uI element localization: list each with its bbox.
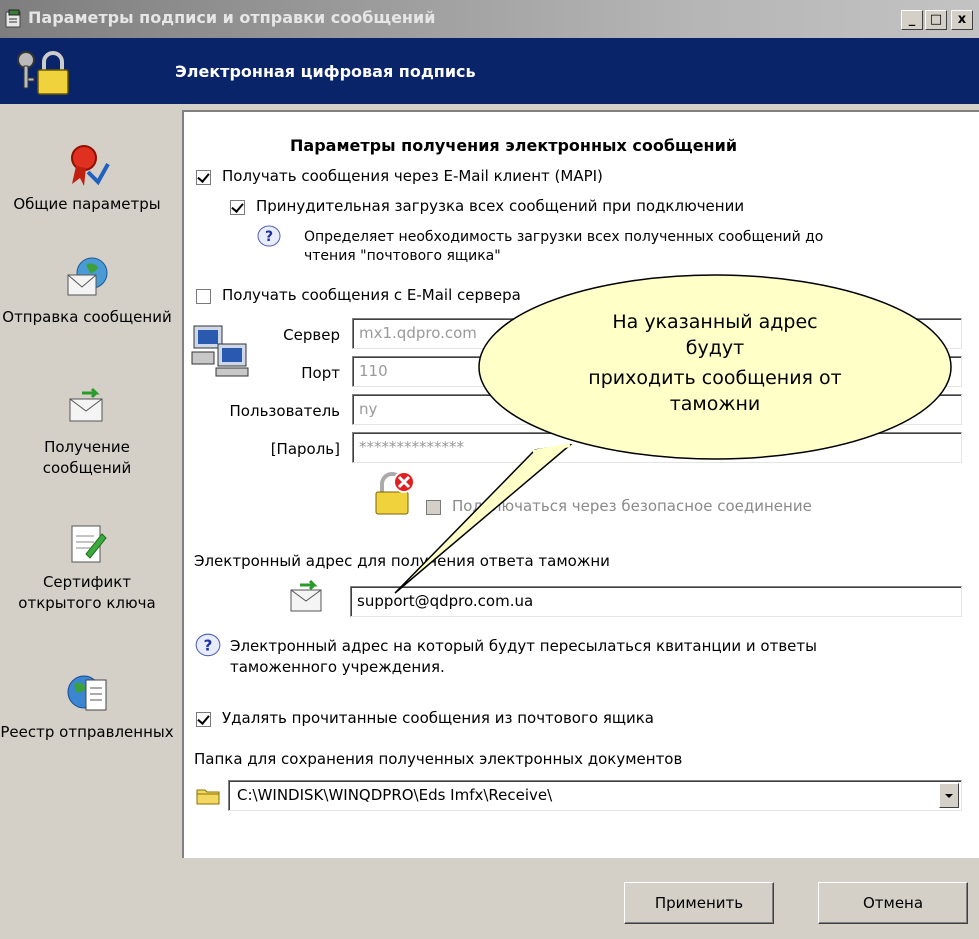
server-checkbox-label: Получать сообщения с E-Mail сервера [222, 286, 521, 304]
force-download-checkbox-label: Принудительная загрузка всех сообщений п… [256, 197, 745, 215]
delete-read-checkbox-label: Удалять прочитанные сообщения из почтово… [222, 709, 654, 727]
callout-text-line-4: таможни [669, 393, 761, 415]
port-label: Порт [301, 364, 340, 382]
keys-lock-icon [17, 51, 69, 95]
mapi-checkbox[interactable] [196, 170, 211, 185]
title-bar: Параметры подписи и отправки сообщений _… [0, 0, 979, 38]
folder-icon [196, 789, 220, 805]
window-title: Параметры подписи и отправки сообщений [28, 8, 436, 27]
sidebar-item-registry[interactable]: Реестр отправленных [0, 670, 174, 743]
reply-address-input[interactable]: support@qdpro.com.ua [350, 586, 962, 617]
maximize-button[interactable]: □ [925, 10, 947, 30]
secure-connection-checkbox[interactable] [426, 500, 441, 515]
delete-read-checkbox[interactable] [196, 712, 211, 727]
callout-text-line-3: приходить сообщения от [588, 367, 842, 389]
footer: Применить Отмена [174, 858, 979, 939]
svg-text:?: ? [265, 229, 273, 245]
sidebar-item-label: Получение сообщений [42, 438, 132, 477]
send-mail-icon [67, 257, 108, 296]
close-button[interactable]: x [951, 10, 973, 30]
receive-settings-panel: Параметры получения электронных сообщени… [182, 110, 979, 858]
folder-label: Папка для сохранения полученных электрон… [194, 750, 683, 768]
help-icon: ? [195, 633, 221, 657]
lock-error-icon [375, 471, 415, 515]
app-icon [5, 9, 21, 28]
sidebar: Общие параметры Отправка сообщений Получ… [0, 110, 174, 939]
server-checkbox[interactable] [196, 289, 211, 304]
apply-button[interactable]: Применить [624, 882, 774, 924]
svg-text:?: ? [204, 636, 213, 654]
sidebar-item-certificate[interactable]: Сертификт открытого ключа [0, 520, 174, 614]
reply-address-label: Электронный адрес для получения ответа т… [194, 552, 610, 570]
mapi-checkbox-label: Получать сообщения через E-Mail клиент (… [222, 167, 603, 185]
callout-text-line-1: На указанный адрес [612, 311, 818, 333]
settings-window: Параметры подписи и отправки сообщений _… [0, 0, 979, 939]
password-label: [Пароль] [270, 440, 340, 458]
certificate-edit-icon [71, 525, 107, 563]
receive-mail-icon [290, 580, 322, 612]
reply-address-help-text: Электронный адрес на который будут перес… [230, 637, 817, 676]
folder-select-value: C:\WINDISK\WINQDPRO\Eds Imfx\Receive\ [237, 786, 553, 804]
help-icon: ? [257, 225, 281, 247]
sidebar-item-general[interactable]: Общие параметры [0, 142, 174, 215]
certificate-ribbon-icon [71, 145, 110, 186]
header-banner: Электронная цифровая подпись [0, 38, 979, 104]
secure-connection-label: Подключаться через безопасное соединение [452, 497, 812, 515]
section-title: Параметры получения электронных сообщени… [290, 136, 738, 155]
dropdown-arrow-icon[interactable] [939, 783, 959, 808]
banner-title: Электронная цифровая подпись [175, 62, 476, 81]
sidebar-item-label: Реестр отправленных [0, 723, 174, 741]
server-label: Сервер [283, 326, 340, 344]
registry-globe-icon [67, 675, 107, 711]
sidebar-item-receiving[interactable]: Получение сообщений [0, 385, 174, 479]
network-computers-icon [191, 325, 249, 377]
receive-mail-icon [69, 387, 103, 422]
sidebar-item-label: Общие параметры [13, 195, 161, 213]
sidebar-item-label: Отправка сообщений [2, 308, 172, 326]
folder-select[interactable]: C:\WINDISK\WINQDPRO\Eds Imfx\Receive\ [228, 780, 962, 811]
password-input[interactable]: ************** [352, 432, 962, 463]
user-label: Пользователь [229, 402, 340, 420]
callout-text-line-2: будут [685, 337, 745, 359]
force-download-checkbox[interactable] [230, 200, 245, 215]
sidebar-item-label: Сертификт открытого ключа [18, 573, 156, 612]
sidebar-item-sending[interactable]: Отправка сообщений [0, 255, 174, 328]
force-download-help-text: Определяет необходимость загрузки всех п… [304, 229, 824, 264]
minimize-button[interactable]: _ [901, 10, 923, 30]
cancel-button[interactable]: Отмена [818, 882, 968, 924]
